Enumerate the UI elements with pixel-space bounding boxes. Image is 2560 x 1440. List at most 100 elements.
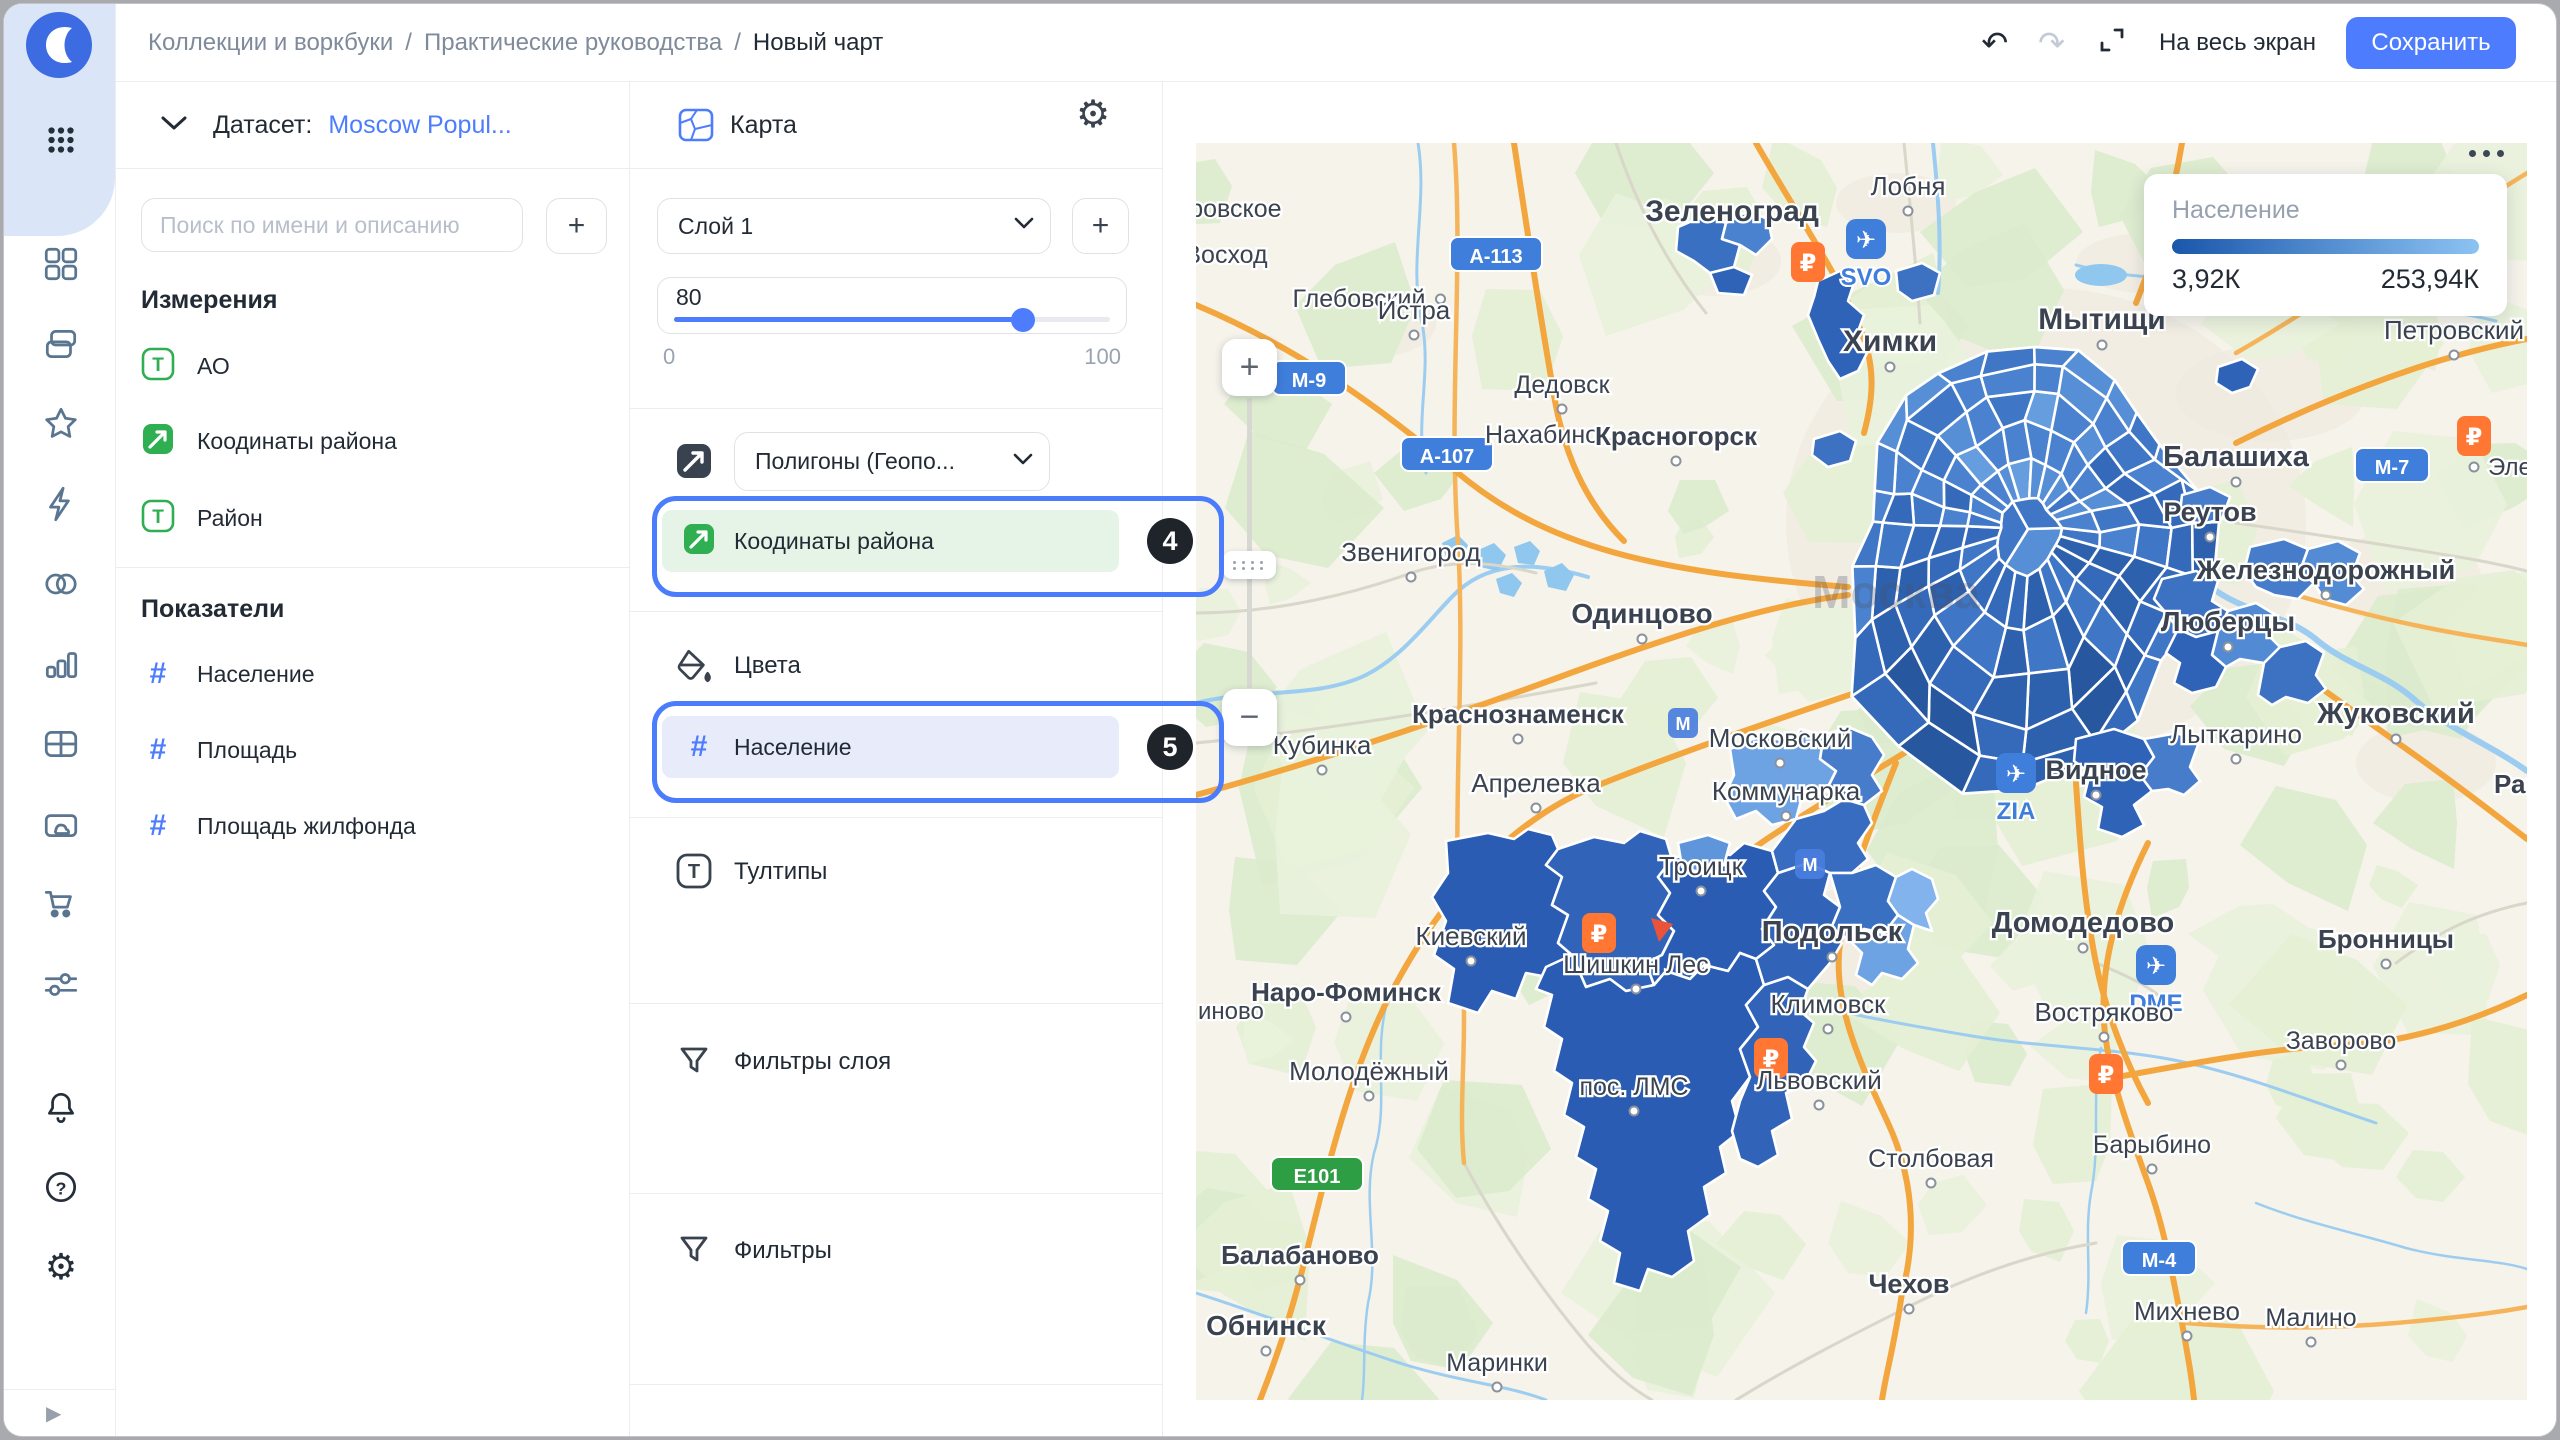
svg-text:✈: ✈ xyxy=(1856,227,1876,254)
workbooks-icon[interactable] xyxy=(41,324,81,364)
field-row-coords[interactable]: Коодинаты района xyxy=(141,423,397,459)
datalens-logo[interactable] xyxy=(24,10,94,80)
map-city-watermark: Москва xyxy=(1812,566,1980,618)
town-dot xyxy=(2148,1165,2157,1174)
town-dot xyxy=(1697,887,1706,896)
divider xyxy=(630,1384,1162,1385)
svg-text:М-9: М-9 xyxy=(1292,370,1326,392)
map-town-label: Люберцы xyxy=(2161,606,2295,637)
field-row-rayon[interactable]: T Район xyxy=(141,500,263,536)
svg-text:А-113: А-113 xyxy=(1469,246,1522,268)
geotype-select-value: Полигоны (Геопо... xyxy=(755,448,955,475)
layer-select[interactable]: Слой 1 xyxy=(657,198,1051,254)
map-more-menu-icon[interactable] xyxy=(2459,140,2513,166)
zoom-out-button[interactable]: − xyxy=(1222,689,1277,746)
search-input[interactable] xyxy=(141,198,523,252)
datasets-venn-icon[interactable] xyxy=(41,564,81,604)
left-rail: ? ⚙ ▶ xyxy=(4,4,116,1436)
town-dot xyxy=(1532,804,1541,813)
town-dot xyxy=(1905,1305,1914,1314)
fullscreen-label[interactable]: На весь экран xyxy=(2159,29,2316,57)
map-canvas[interactable]: МоскваА-113М-9А-107М-7М-4Е101₽₽₽₽₽ММ✈SVO… xyxy=(1196,143,2527,1400)
town-dot xyxy=(1886,363,1895,372)
undo-icon[interactable]: ↶ xyxy=(1981,27,2008,59)
chart-settings-gear-icon[interactable]: ⚙ xyxy=(1076,96,1110,134)
zoom-in-button[interactable]: + xyxy=(1222,339,1277,396)
town-dot xyxy=(1296,1276,1305,1285)
map-town-label: Московский xyxy=(1709,723,1851,753)
colors-field-pill[interactable]: # Население xyxy=(662,716,1119,778)
save-button[interactable]: Сохранить xyxy=(2346,17,2516,69)
rail-expand[interactable]: ▶ xyxy=(4,1389,115,1436)
favorites-star-icon[interactable] xyxy=(41,404,81,444)
map-town-label: Нахабино xyxy=(1485,421,1599,449)
help-icon[interactable]: ? xyxy=(41,1167,81,1207)
add-field-button[interactable]: + xyxy=(546,198,607,254)
dashboards-icon[interactable] xyxy=(41,724,81,764)
town-dot xyxy=(1407,573,1416,582)
dataset-collapse-chevron-icon[interactable] xyxy=(161,115,187,136)
town-dot xyxy=(1927,1179,1936,1188)
colors-bucket-icon xyxy=(675,646,715,686)
map-town-label: Львовский xyxy=(1756,1065,1882,1095)
breadcrumb-separator: / xyxy=(405,29,412,57)
field-row-housing-area[interactable]: # Площадь жилфонда xyxy=(141,808,416,844)
field-row-ao[interactable]: T АО xyxy=(141,348,230,384)
airport-code-label: SVO xyxy=(1841,264,1892,291)
zoom-slider-track[interactable] xyxy=(1247,398,1252,688)
town-dot xyxy=(2079,944,2088,953)
number-type-icon: # xyxy=(141,733,175,767)
services-sliders-icon[interactable] xyxy=(41,964,81,1004)
opacity-slider-thumb[interactable] xyxy=(1011,308,1035,332)
map-town-label: Подольск xyxy=(1762,916,1903,948)
map-town-label: Бронницы xyxy=(2318,924,2454,954)
town-dot xyxy=(1262,1347,1271,1356)
map-town-label: Химки xyxy=(1843,325,1937,358)
svg-text:?: ? xyxy=(56,1178,67,1198)
collections-icon[interactable] xyxy=(41,244,81,284)
map-town-label: Обнинск xyxy=(1206,1310,1327,1341)
town-dot xyxy=(1815,1101,1824,1110)
field-row-area[interactable]: # Площадь xyxy=(141,732,297,768)
notifications-bell-icon[interactable] xyxy=(41,1088,81,1128)
divider xyxy=(630,408,1162,409)
charts-icon[interactable] xyxy=(41,644,81,684)
dataset-name-link[interactable]: Moscow Popul... xyxy=(328,111,511,140)
add-layer-button[interactable]: + xyxy=(1072,198,1129,254)
svg-text:T: T xyxy=(152,507,164,528)
town-dot xyxy=(1828,953,1837,962)
settings-gear-icon[interactable]: ⚙ xyxy=(41,1247,81,1287)
zoom-slider-handle[interactable] xyxy=(1223,551,1276,579)
town-dot xyxy=(2224,643,2233,652)
map-town-label: пос. ЛМС xyxy=(1579,1073,1688,1101)
geotype-select[interactable]: Полигоны (Геопо... xyxy=(734,432,1050,491)
town-dot xyxy=(2307,1338,2316,1347)
connections-lightning-icon[interactable] xyxy=(41,484,81,524)
apps-grid-icon[interactable] xyxy=(41,120,81,160)
town-dot xyxy=(2092,791,2101,800)
tooltips-section-label: Тултипы xyxy=(734,858,827,886)
legend-gradient xyxy=(2172,239,2479,254)
svg-text:М-7: М-7 xyxy=(2375,457,2409,479)
map-town-label: Реутов xyxy=(2163,497,2256,527)
number-field-icon: # xyxy=(682,730,716,764)
fullscreen-icon[interactable] xyxy=(2095,23,2129,62)
field-row-population[interactable]: # Население xyxy=(141,656,314,692)
polygons-field-pill[interactable]: Коодинаты района xyxy=(662,510,1119,572)
map-legend: Население 3,92К 253,94К xyxy=(2144,174,2507,316)
svg-text:₽: ₽ xyxy=(1800,250,1817,277)
breadcrumb-guides[interactable]: Практические руководства xyxy=(424,29,722,57)
map-town-label: Звенигород xyxy=(1341,537,1480,567)
marketplace-cart-icon[interactable] xyxy=(41,884,81,924)
town-dot xyxy=(2337,1061,2346,1070)
map-town-label: Киевский xyxy=(1415,921,1526,951)
text-type-icon: T xyxy=(141,499,175,538)
field-name: Коодинаты района xyxy=(197,428,397,455)
breadcrumb-collections[interactable]: Коллекции и воркбуки xyxy=(148,29,393,57)
storage-folder-icon[interactable] xyxy=(41,804,81,844)
map-town-label: Лыткарино xyxy=(2170,719,2302,749)
highlight-step-4: Коодинаты района 4 xyxy=(652,496,1224,597)
dimensions-title: Измерения xyxy=(141,286,277,315)
town-dot xyxy=(1824,1025,1833,1034)
geopolygon-field-icon xyxy=(682,522,716,561)
